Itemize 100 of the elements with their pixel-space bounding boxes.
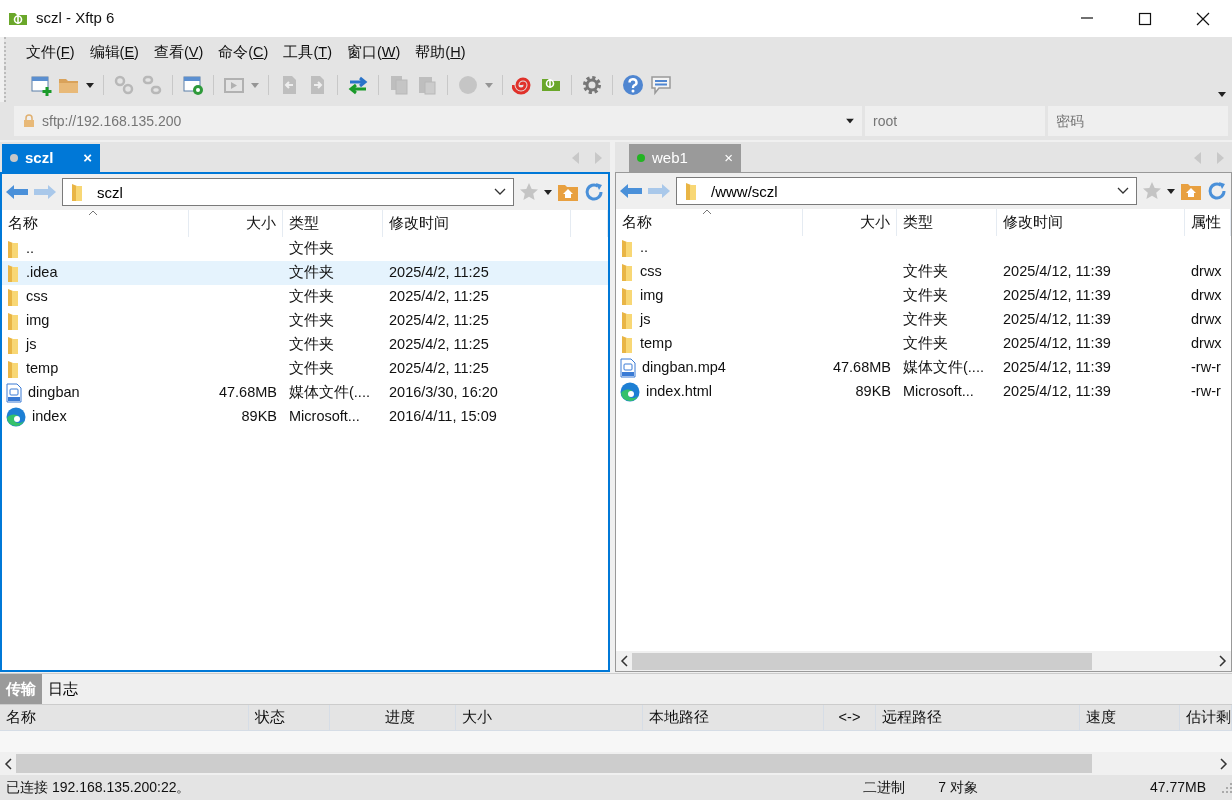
- folder-icon: [620, 287, 634, 305]
- file-row[interactable]: img 文件夹 2025/4/2, 11:25: [2, 309, 608, 333]
- file-row[interactable]: dingban 47.68MB 媒体文件(.... 2016/3/30, 16:20: [2, 381, 608, 405]
- menu-item[interactable]: 查看(V): [153, 41, 204, 64]
- swap-arrows-icon[interactable]: [347, 74, 369, 96]
- column-header[interactable]: 类型: [903, 211, 933, 234]
- forward-arrow-icon[interactable]: [34, 184, 56, 200]
- column-header[interactable]: 速度: [1080, 705, 1180, 730]
- menu-item[interactable]: 命令(C): [218, 41, 269, 64]
- menu-item[interactable]: 编辑(E): [89, 41, 139, 64]
- folder-icon: [6, 360, 20, 378]
- file-row[interactable]: img 文件夹 2025/4/12, 11:39 drwx: [616, 284, 1231, 308]
- column-header[interactable]: 本地路径: [643, 705, 824, 730]
- caret-icon[interactable]: [1218, 92, 1226, 97]
- column-header[interactable]: 修改时间: [389, 212, 449, 235]
- column-header[interactable]: 属性: [1191, 211, 1221, 234]
- settings-icon[interactable]: [581, 74, 603, 96]
- folder-icon: [70, 183, 84, 201]
- file-row[interactable]: ..: [616, 236, 1231, 260]
- caret-icon[interactable]: [544, 189, 552, 195]
- back-arrow-icon[interactable]: [6, 184, 28, 200]
- column-header[interactable]: 类型: [289, 212, 319, 235]
- column-header[interactable]: <->: [824, 705, 876, 730]
- window-plus-icon[interactable]: [30, 74, 52, 96]
- column-header[interactable]: 估计剩: [1180, 705, 1232, 730]
- transfer-mode: 二进制: [863, 778, 906, 797]
- back-arrow-icon[interactable]: [620, 183, 642, 199]
- file-row[interactable]: temp 文件夹 2025/4/12, 11:39 drwx: [616, 332, 1231, 356]
- file-row[interactable]: index.html 89KB Microsoft... 2025/4/12, 11:39 -rw-r: [616, 380, 1231, 404]
- scrollbar-thumb[interactable]: [16, 754, 1092, 773]
- file-name: temp: [26, 359, 59, 379]
- help-icon[interactable]: [622, 74, 644, 96]
- file-row[interactable]: dingban.mp4 47.68MB 媒体文件(.... 2025/4/12, 11:39 -rw-r: [616, 356, 1231, 380]
- modified-time: 2025/4/2, 11:25: [389, 335, 489, 355]
- column-header[interactable]: 名称: [0, 705, 249, 730]
- resize-grip-icon[interactable]: [1222, 782, 1232, 793]
- pane-tab[interactable]: sczl ×: [2, 144, 100, 172]
- panel-tab[interactable]: 日志: [42, 674, 84, 704]
- modified-time: 2025/4/2, 11:25: [389, 287, 489, 307]
- file-attributes: drwx: [1191, 310, 1222, 330]
- column-header[interactable]: 大小: [456, 705, 643, 730]
- file-row[interactable]: js 文件夹 2025/4/2, 11:25: [2, 333, 608, 357]
- menu-item[interactable]: 窗口(W): [347, 41, 401, 64]
- file-name: ..: [26, 239, 35, 259]
- chevron-down-icon[interactable]: [494, 188, 506, 196]
- modified-time: 2025/4/2, 11:25: [389, 311, 489, 331]
- home-folder-icon[interactable]: [1181, 182, 1201, 200]
- file-size: 47.68MB: [218, 383, 277, 403]
- column-header[interactable]: 修改时间: [1003, 211, 1063, 234]
- tab-label: web1: [652, 147, 689, 168]
- caret-icon[interactable]: [1167, 188, 1175, 194]
- file-row[interactable]: .. 文件夹: [2, 237, 608, 261]
- chat-icon[interactable]: [650, 74, 672, 96]
- folder-icon: [6, 288, 20, 306]
- modified-time: 2025/4/12, 11:39: [1003, 358, 1111, 378]
- file-attributes: -rw-r: [1191, 382, 1221, 402]
- scroll-right-icon[interactable]: [1219, 655, 1227, 667]
- window-gear-icon[interactable]: [182, 74, 204, 96]
- menu-item[interactable]: 工具(T): [283, 41, 332, 64]
- url-field[interactable]: sftp://192.168.135.200: [14, 106, 862, 136]
- maximize-icon[interactable]: [1137, 10, 1153, 27]
- chevron-down-icon[interactable]: [1117, 187, 1129, 195]
- column-header[interactable]: 远程路径: [876, 705, 1080, 730]
- file-row[interactable]: js 文件夹 2025/4/12, 11:39 drwx: [616, 308, 1231, 332]
- tab-close[interactable]: ×: [83, 146, 92, 170]
- caret-icon[interactable]: [846, 118, 854, 124]
- star-icon[interactable]: [1143, 182, 1161, 200]
- refresh-icon[interactable]: [584, 182, 604, 202]
- column-header[interactable]: 状态: [249, 705, 330, 730]
- column-header[interactable]: 名称: [8, 212, 38, 235]
- modified-time: 2025/4/12, 11:39: [1003, 262, 1111, 282]
- close-icon[interactable]: [1195, 10, 1211, 27]
- file-row[interactable]: css 文件夹 2025/4/12, 11:39 drwx: [616, 260, 1231, 284]
- scroll-right-icon[interactable]: [1220, 757, 1228, 770]
- column-header[interactable]: 名称: [622, 211, 652, 234]
- caret-icon[interactable]: [86, 82, 94, 88]
- menu-item[interactable]: 帮助(H): [415, 41, 466, 64]
- column-header[interactable]: 进度: [330, 705, 456, 730]
- column-header[interactable]: 大小: [246, 212, 276, 235]
- modified-time: 2016/3/30, 16:20: [389, 383, 498, 403]
- scrollbar-thumb[interactable]: [632, 652, 1092, 670]
- password-field[interactable]: 密码: [1048, 106, 1228, 136]
- file-row[interactable]: .idea 文件夹 2025/4/2, 11:25: [2, 261, 608, 285]
- scroll-left-icon[interactable]: [620, 655, 628, 667]
- forward-arrow-icon[interactable]: [648, 183, 670, 199]
- modified-time: 2025/4/12, 11:39: [1003, 382, 1111, 402]
- menu-item[interactable]: 文件(F): [26, 41, 75, 64]
- star-icon[interactable]: [520, 183, 538, 201]
- scroll-left-icon[interactable]: [4, 757, 12, 770]
- path-field[interactable]: /www/sczl: [676, 177, 1137, 205]
- file-row[interactable]: temp 文件夹 2025/4/2, 11:25: [2, 357, 608, 381]
- file-attributes: drwx: [1191, 262, 1222, 282]
- refresh-icon[interactable]: [1207, 181, 1227, 201]
- path-field[interactable]: sczl: [62, 178, 514, 206]
- modified-time: 2016/4/11, 15:09: [389, 407, 497, 427]
- column-header[interactable]: 大小: [860, 211, 890, 234]
- username-field[interactable]: root: [865, 106, 1045, 136]
- file-row[interactable]: css 文件夹 2025/4/2, 11:25: [2, 285, 608, 309]
- home-folder-icon[interactable]: [558, 183, 578, 201]
- file-row[interactable]: index 89KB Microsoft... 2016/4/11, 15:09: [2, 405, 608, 429]
